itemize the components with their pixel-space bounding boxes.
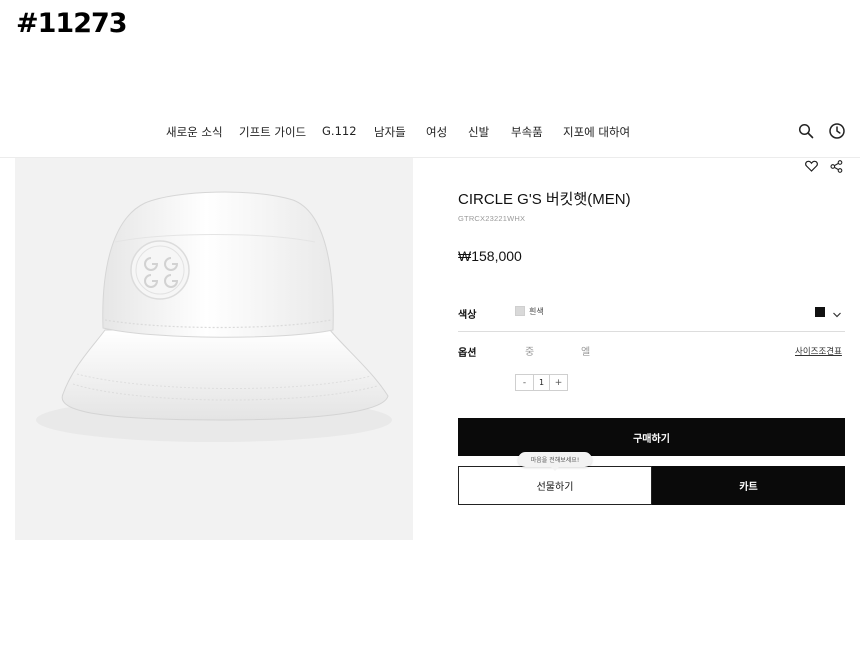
quantity-value[interactable]: 1 — [533, 375, 550, 390]
heart-icon[interactable] — [803, 158, 819, 174]
nav-item-news[interactable]: 새로운 소식 — [166, 124, 223, 140]
image-id-stamp: #11273 — [16, 8, 128, 39]
share-icon[interactable] — [828, 158, 844, 174]
quantity-plus-button[interactable]: + — [550, 375, 567, 390]
chevron-down-icon[interactable] — [832, 305, 842, 324]
nav-item-men[interactable]: 남자들 — [374, 124, 406, 140]
color-name: 흰색 — [529, 307, 544, 316]
nav-item-g112[interactable]: G.112 — [322, 124, 357, 138]
main-nav: 새로운 소식 기프트 가이드 G.112 남자들 여성 신발 부속품 지포에 대… — [0, 120, 860, 144]
nav-item-accessories[interactable]: 부속품 — [511, 124, 543, 140]
product-title: CIRCLE G'S 버킷햇(MEN) — [458, 191, 631, 208]
quantity-minus-button[interactable]: - — [516, 375, 533, 390]
size-option-l[interactable]: 엘 — [581, 343, 590, 358]
size-option-m[interactable]: 중 — [525, 343, 534, 358]
color-label: 색상 — [458, 310, 477, 321]
color-swatch-white[interactable] — [515, 306, 525, 316]
nav-item-about[interactable]: 지포에 대하여 — [563, 124, 630, 140]
gift-button[interactable]: 선물하기 — [458, 466, 652, 505]
product-image — [15, 158, 413, 540]
clock-icon[interactable] — [826, 120, 848, 142]
option-label: 옵션 — [458, 348, 477, 359]
product-code: GTRCX23221WHX — [458, 214, 526, 223]
option-divider — [458, 331, 845, 332]
buy-button[interactable]: 구매하기 — [458, 418, 845, 456]
size-guide-link[interactable]: 사이즈조견표 — [795, 345, 842, 357]
color-swatch-black[interactable] — [815, 307, 825, 317]
search-icon[interactable] — [795, 120, 817, 142]
product-price: ₩158,000 — [458, 248, 522, 264]
nav-item-shoes[interactable]: 신발 — [468, 124, 489, 140]
cart-button[interactable]: 카트 — [652, 466, 845, 505]
nav-item-gift-guide[interactable]: 기프트 가이드 — [239, 124, 306, 140]
gift-tooltip: 마음을 전해보세요! — [518, 452, 592, 471]
nav-item-women[interactable]: 여성 — [426, 124, 447, 140]
quantity-stepper: - 1 + — [515, 374, 568, 391]
